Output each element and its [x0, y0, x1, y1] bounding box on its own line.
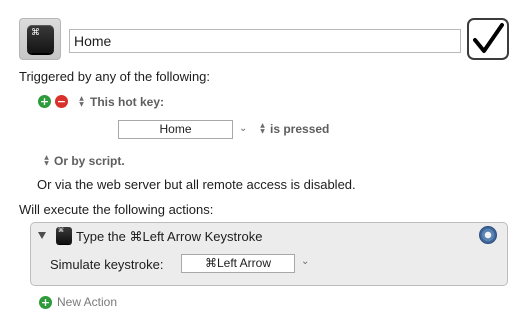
- simulate-keystroke-label: Simulate keystroke:: [50, 257, 164, 272]
- web-server-note: Or via the web server but all remote acc…: [37, 177, 356, 192]
- keystroke-action-icon: ⌘: [56, 227, 72, 244]
- macro-enabled-checkbox[interactable]: [467, 18, 509, 60]
- checkmark-icon: [473, 23, 504, 53]
- triggers-header: Triggered by any of the following:: [19, 69, 211, 84]
- macro-name-field[interactable]: Home: [69, 29, 461, 53]
- hotkey-field[interactable]: Home: [118, 120, 233, 139]
- actions-header: Will execute the following actions:: [19, 202, 214, 217]
- disclosure-triangle-icon[interactable]: [38, 232, 46, 239]
- keyboard-key-icon: ⌘: [27, 25, 54, 53]
- add-trigger-icon[interactable]: +: [38, 95, 51, 108]
- macro-icon[interactable]: ⌘: [19, 18, 61, 60]
- script-trigger-updown-icon[interactable]: ▲ ▼: [43, 155, 50, 167]
- keystroke-menu-chevron-icon[interactable]: ⌄: [301, 256, 309, 267]
- trigger-type-updown-icon[interactable]: ▲ ▼: [78, 96, 85, 108]
- add-action-icon[interactable]: +: [39, 296, 52, 309]
- hotkey-trigger-label[interactable]: This hot key:: [90, 95, 164, 109]
- gear-icon[interactable]: [479, 226, 497, 244]
- command-symbol: ⌘: [31, 28, 40, 38]
- action-title[interactable]: Type the ⌘Left Arrow Keystroke: [76, 229, 262, 245]
- keystroke-field[interactable]: ⌘Left Arrow: [181, 254, 295, 273]
- hotkey-condition-label[interactable]: is pressed: [270, 122, 329, 136]
- script-trigger-label[interactable]: Or by script.: [54, 154, 125, 168]
- new-action-button[interactable]: New Action: [57, 295, 117, 309]
- hotkey-menu-chevron-icon[interactable]: ⌄: [239, 123, 247, 134]
- hotkey-condition-updown-icon[interactable]: ▲ ▼: [259, 123, 266, 135]
- remove-trigger-icon[interactable]: −: [55, 95, 68, 108]
